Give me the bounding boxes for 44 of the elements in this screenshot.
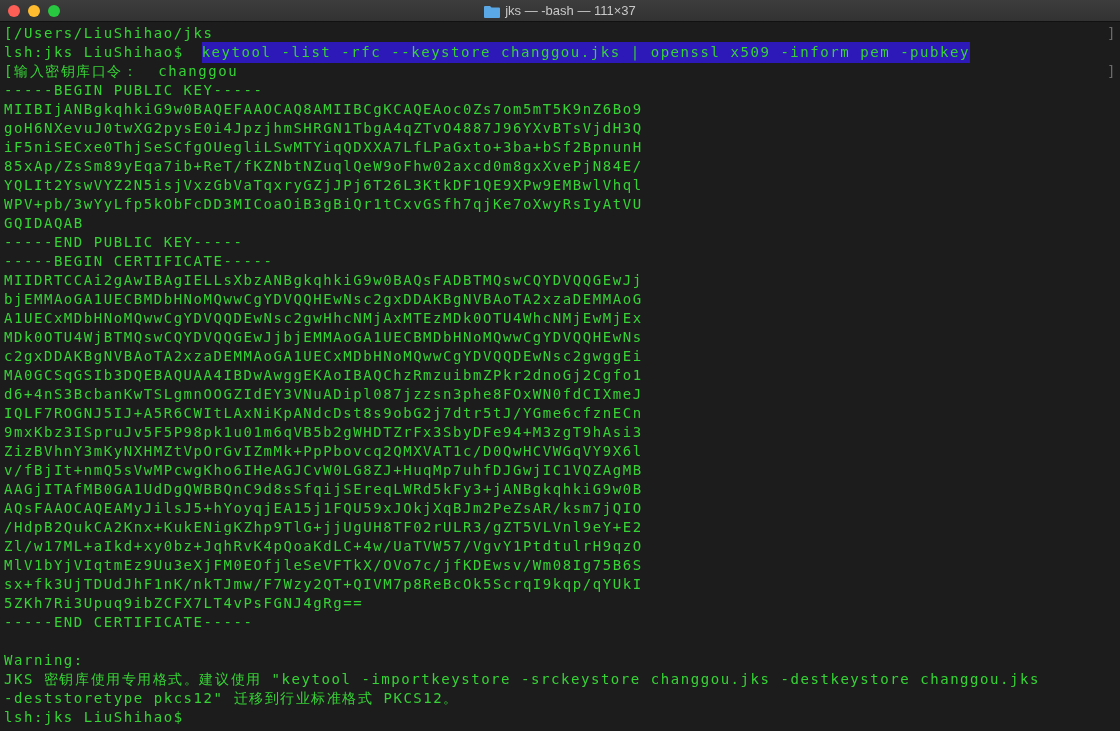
terminal-line: MA0GCSqGSIb3DQEBAQUAA4IBDwAwggEKAoIBAQChzRmzuibmZPkr2dnoGj2Cgfo1 [4,366,643,385]
command-text: keytool -list -rfc --keystore changgou.jks | openssl x509 -inform pem -pubkey [201,42,970,63]
window-title: jks — -bash — 111×37 [505,2,636,21]
terminal-line: Zl/w17ML+aIkd+xy0bz+JqhRvK4pQoaKdLC+4w/UaTVW57/VgvY1PtdtulrH9qzO [4,537,643,556]
terminal-line: -----END PUBLIC KEY----- [4,233,244,252]
terminal-line: MDk0OTU4WjBTMQswCQYDVQQGEwJjbjEMMAoGA1UECBMDbHNoMQwwCgYDVQQHEwNs [4,328,643,347]
terminal-line: -----BEGIN CERTIFICATE----- [4,252,274,271]
terminal-line: goH6NXevuJ0twXG2pysE0i4JpzjhmSHRGN1TbgA4qZTvO4887J96YXvBTsVjdH3Q [4,119,643,138]
terminal-line: 85xAp/ZsSm89yEqa7ib+ReT/fKZNbtNZuqlQeW9oFhw02axcd0m8gxXvePjN84E/ [4,157,643,176]
terminal-line: MlV1bYjVIqtmEz9Uu3eXjFM0EOfjleSeVFTkX/OVo7c/jfKDEwsv/Wm08Ig75B6S [4,556,643,575]
terminal-line: MIIDRTCCAi2gAwIBAgIELLsXbzANBgkqhkiG9w0BAQsFADBTMQswCQYDVQQGEwJj [4,271,643,290]
terminal-line: -----END CERTIFICATE----- [4,613,254,632]
terminal-line: MIIBIjANBgkqhkiG9w0BAQEFAAOCAQ8AMIIBCgKCAQEAoc0Zs7om5mT5K9nZ6Bo9 [4,100,643,119]
minimize-button[interactable] [28,4,40,17]
terminal-line: 5ZKh7Ri3Upuq9ibZCFX7LT4vPsFGNJ4gRg== [4,594,364,613]
terminal-line: -deststoretype pkcs12" 迁移到行业标准格式 PKCS12。 [4,689,459,708]
terminal-line: IQLF7ROGNJ5IJ+A5R6CWItLAxNiKpANdcDst8s9obG2j7dtr5tJ/YGme6cfznECn [4,404,643,423]
prompt-text: lsh:jks LiuShihao$ [4,43,184,62]
folder-icon [484,4,501,18]
terminal-line: v/fBjIt+nmQ5sVwMPcwgKho6IHeAGJCvW0LG8ZJ+HuqMp7uhfDJGwjIC1VQZAgMB [4,461,643,480]
terminal-line: d6+4nS3BcbanKwTSLgmnOOGZIdEY3VNuADipl087jzzsn3phe8FOxWN0fdCIXmeJ [4,385,643,404]
terminal-line: [/Users/LiuShihao/jks [4,24,214,43]
terminal-line: GQIDAQAB [4,214,84,233]
terminal-line: AQsFAAOCAQEAMyJilsJ5+hYoyqjEA15j1FQU59xJOkjXqBJm2PeZsAR/ksm7jQIO [4,499,643,518]
terminal-line: JKS 密钥库使用专用格式。建议使用 "keytool -importkeystore -srckeystore changgou.jks -destkeystore changgou.jks [4,670,1040,689]
mark-bracket: ] [1107,62,1117,81]
maximize-button[interactable] [48,4,60,17]
terminal-line: Warning: [4,651,84,670]
terminal-line: /HdpB2QukCA2Knx+KukENigKZhp9TlG+jjUgUH8TF02rULR3/gZT5VLVnl9eY+E2 [4,518,643,537]
terminal-line: -----BEGIN PUBLIC KEY----- [4,81,264,100]
terminal-line: sx+fk3UjTDUdJhF1nK/nkTJmw/F7Wzy2QT+QIVM7p8ReBcOk5ScrqI9kqp/qYUkI [4,575,643,594]
terminal-line: AAGjITAfMB0GA1UdDgQWBBQnC9d8sSfqijSEreqLWRd5kFy3+jANBgkqhkiG9w0B [4,480,643,499]
terminal-line: [输入密钥库口令： changgou [4,62,239,81]
terminal-line: bjEMMAoGA1UECBMDbHNoMQwwCgYDVQQHEwNsc2gxDDAKBgNVBAoTA2xzaDEMMAoG [4,290,643,309]
terminal-line: WPV+pb/3wYyLfp5kObFcDD3MICoaOiB3gBiQr1tCxvGSfh7qjKe7oXwyRsIyAtVU [4,195,643,214]
terminal-line: 9mxKbz3ISpruJv5F5P98pk1u01m6qVB5b2gWHDTZrFx3SbyDFe94+M3zgT9hAsi3 [4,423,643,442]
terminal-line: YQLIt2YswVYZ2N5isjVxzGbVaTqxryGZjJPj6T26L3KtkDF1QE9XPw9EMBwlVhql [4,176,643,195]
terminal-line: A1UECxMDbHNoMQwwCgYDVQQDEwNsc2gwHhcNMjAxMTEzMDk0OTU4WhcNMjEwMjEx [4,309,643,328]
close-button[interactable] [8,4,20,17]
terminal-line: c2gxDDAKBgNVBAoTA2xzaDEMMAoGA1UECxMDbHNoMQwwCgYDVQQDEwNsc2gwggEi [4,347,643,366]
terminal-line: iF5niSECxe0ThjSeSCfgOUegliLSwMTYiqQDXXA7LfLPaGxto+3ba+bSf2BpnunH [4,138,643,157]
mark-bracket: ] [1107,24,1117,43]
terminal-line: ZizBVhnY3mKyNXHMZtVpOrGvIZmMk+PpPbovcq2QMXVAT1c/D0QwHCVWGqVY9X6l [4,442,643,461]
prompt-text: lsh:jks LiuShihao$ [4,708,184,727]
